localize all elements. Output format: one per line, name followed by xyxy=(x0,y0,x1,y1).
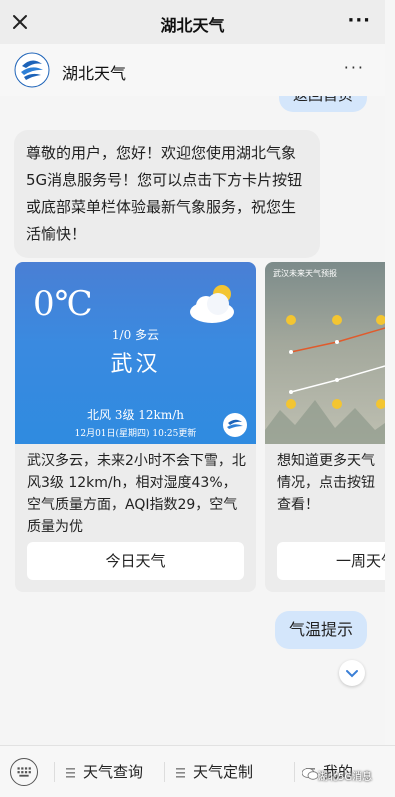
submenu-icon xyxy=(66,767,75,778)
forecast-header: 武汉未来天气预报 xyxy=(273,269,337,278)
city-name: 武汉 xyxy=(110,352,161,377)
today-weather-description: 武汉多云，未来2小时不会下雪，北风3级 12km/h，相对湿度43%，空气质量方… xyxy=(27,453,246,535)
weather-card-forecast[interactable]: 武汉未来天气预报 想知道更多天气情况，点击按钮查看！ 一周天气 xyxy=(265,262,385,592)
current-temperature: 0℃ xyxy=(33,284,93,324)
forecast-description: 想知道更多天气情况，点击按钮查看！ xyxy=(277,453,375,513)
weather-service-logo xyxy=(223,413,247,437)
keyboard-icon[interactable] xyxy=(10,758,38,786)
bottom-menu-bar: 天气查询 天气定制 我的 湖北5G消息 xyxy=(0,745,395,797)
update-time: 12月01日(星期四) 10:25更新 xyxy=(74,429,197,439)
hubei-weather-logo[interactable] xyxy=(14,52,50,88)
menu-item-weather-query[interactable]: 天气查询 xyxy=(66,761,143,782)
today-weather-button[interactable]: 今日天气 xyxy=(27,542,244,580)
menu-divider xyxy=(294,762,295,782)
today-weather-image[interactable]: 0℃ 1/0 多云 武汉 北风 3级 12km/h 12月01日(星期四) 10… xyxy=(15,262,256,444)
week-weather-button[interactable]: 一周天气 xyxy=(277,542,385,580)
weather-card-today[interactable]: 0℃ 1/0 多云 武汉 北风 3级 12km/h 12月01日(星期四) 10… xyxy=(15,262,256,592)
user-message-bubble: 返回首页 xyxy=(278,96,367,112)
account-menu-icon[interactable]: ··· xyxy=(344,58,365,77)
forecast-image[interactable]: 武汉未来天气预报 xyxy=(265,262,385,444)
menu-item-label: 天气查询 xyxy=(83,763,144,781)
submenu-icon xyxy=(176,767,185,778)
menu-item-weather-custom[interactable]: 天气定制 xyxy=(176,761,253,782)
forecast-trend-illustration xyxy=(265,315,385,444)
chat-area[interactable]: 返回首页 尊敬的用户，您好！欢迎您使用湖北气象5G消息服务号！您可以点击下方卡片… xyxy=(0,96,385,745)
chevron-down-icon[interactable] xyxy=(339,660,365,686)
menu-divider xyxy=(54,762,55,782)
menu-item-label: 天气定制 xyxy=(193,763,254,781)
more-options-icon[interactable]: ··· xyxy=(347,10,371,31)
page-title: 湖北天气 xyxy=(160,16,225,35)
wind-info: 北风 3级 12km/h xyxy=(87,408,184,422)
account-name[interactable]: 湖北天气 xyxy=(62,60,126,84)
weather-condition: 1/0 多云 xyxy=(111,328,160,342)
user-message-bubble: 气温提示 xyxy=(274,611,367,649)
menu-divider xyxy=(164,762,165,782)
wechat-icon xyxy=(302,768,318,780)
watermark: 湖北5G消息 xyxy=(318,772,373,783)
account-header: 湖北天气 ··· xyxy=(0,44,385,96)
bot-message-bubble: 尊敬的用户，您好！欢迎您使用湖北气象5G消息服务号！您可以点击下方卡片按钮或底部… xyxy=(14,130,320,258)
partly-cloudy-icon xyxy=(190,285,234,323)
scroll-gutter xyxy=(385,0,395,797)
top-nav-bar: 湖北天气 ··· xyxy=(0,0,385,44)
